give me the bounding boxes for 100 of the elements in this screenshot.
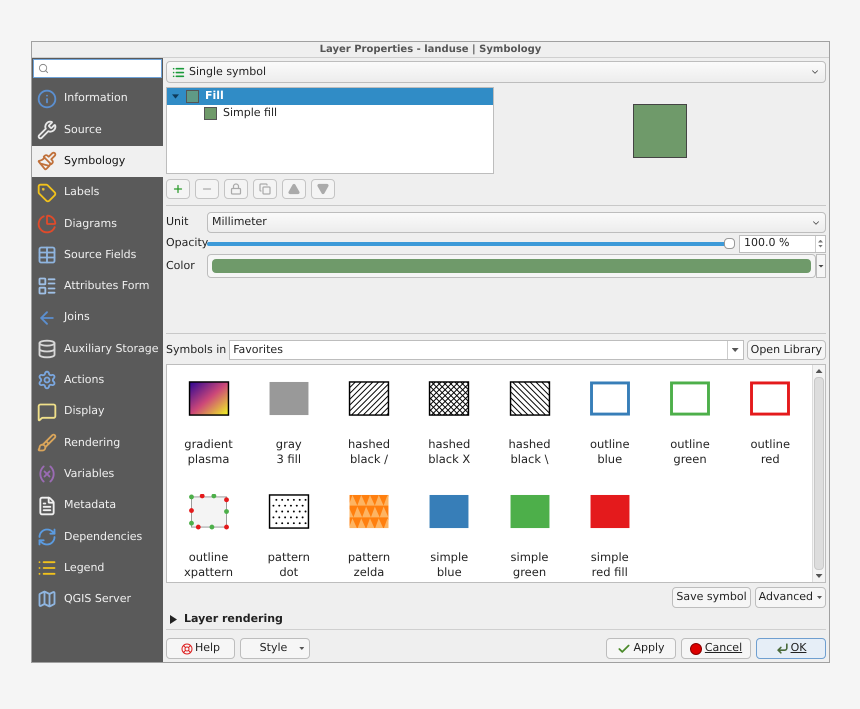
symbol-name: outline blue [588,437,631,467]
opacity-spinbox[interactable]: 100.0 % [739,234,826,252]
scrollbar[interactable] [812,365,825,582]
enter-arrow-icon [776,642,789,655]
sidebar-item[interactable]: QGIS Server [32,584,163,616]
sidebar-item[interactable]: Dependencies [32,521,163,552]
tag-icon [37,182,57,203]
tree-item[interactable]: Fill [167,88,493,105]
sidebar-item[interactable]: Display [32,396,163,428]
sidebar-item[interactable]: Symbology [32,146,163,177]
symbol-preview [508,381,550,417]
check-icon [617,642,632,656]
sidebar-item[interactable]: Labels [32,176,163,208]
symbol-item[interactable]: hashed black / [330,381,408,477]
form-icon [37,276,57,296]
symbol-item[interactable]: gray 3 fill [250,381,328,477]
sidebar-label: Source [64,122,102,138]
opacity-slider[interactable] [207,238,735,250]
down-button[interactable] [311,179,335,199]
spin-arrows-icon[interactable] [815,236,825,252]
open-library-button[interactable]: Open Library [746,340,826,360]
symbol-item[interactable]: gradient plasma [170,381,247,477]
symbol-preview [188,494,230,530]
advanced-button[interactable]: Advanced [754,587,826,608]
symbol-item[interactable]: outline green [652,381,728,477]
symbol-name: hashed black \ [508,437,552,467]
symbol-name: hashed black / [347,437,391,467]
add-button[interactable] [166,179,190,199]
sidebar-item[interactable]: Diagrams [32,208,163,240]
sidebar-item[interactable]: Attributes Form [32,270,163,302]
color-menu-button[interactable] [816,254,826,278]
add-icon [172,183,184,195]
opacity-label: Opacity [166,235,207,252]
sidebar-label: Legend [64,560,104,576]
sidebar-label: Rendering [64,434,120,451]
symbol-preview [188,381,230,417]
sidebar-label: Variables [64,466,114,482]
symbol-item[interactable]: simple green [491,494,568,582]
symbol-name: outline red [749,437,792,467]
gear-icon [37,370,57,390]
variable-icon [37,464,57,484]
lock-button[interactable] [224,179,248,199]
info-icon [37,88,57,109]
symbol-item[interactable]: simple blue [410,494,488,582]
caret-icon [732,348,739,352]
renderer-icon [172,66,185,78]
sidebar-item[interactable]: Joins [32,302,163,334]
sidebar-item[interactable]: Legend [32,552,163,584]
sidebar-item[interactable]: Rendering [32,427,163,459]
unit-dropdown[interactable]: Millimeter [207,212,826,233]
layer-rendering-toggle[interactable]: Layer rendering [166,610,826,630]
sidebar-item[interactable]: Information [32,83,163,114]
sidebar-label: Source Fields [64,246,136,263]
sidebar-item[interactable]: Actions [32,364,163,396]
apply-button[interactable]: Apply [606,638,676,659]
help-icon [180,642,193,654]
sidebar-label: Joins [64,309,90,326]
caret-icon [299,647,304,650]
symbol-item[interactable]: outline xpattern [170,494,247,582]
sidebar-item[interactable]: Metadata [32,490,163,522]
symbol-item[interactable]: pattern zelda [330,494,408,582]
search-field[interactable] [33,59,162,78]
ok-button[interactable]: OK [756,638,826,659]
sidebar-item[interactable]: Source [32,114,163,146]
symbol-name: simple red fill [590,550,630,580]
sidebar-label: Diagrams [64,216,117,232]
sidebar-item[interactable]: Auxiliary Storage [32,333,163,365]
slider-handle[interactable] [724,238,735,249]
symbol-item[interactable]: pattern dot [250,494,328,582]
symbol-item[interactable]: outline red [732,381,809,477]
tree-item[interactable]: Simple fill [167,105,493,122]
sidebar-item[interactable]: Source Fields [32,239,163,271]
map-icon [37,589,57,610]
up-button[interactable] [282,179,306,199]
renderer-dropdown[interactable]: Single symbol [166,61,826,83]
sidebar-label: Actions [64,372,104,388]
help-button[interactable]: Help [166,638,235,659]
color-button[interactable] [207,254,816,278]
sidebar-label: Symbology [64,152,126,169]
sidebar-item[interactable]: Variables [32,458,163,490]
style-button[interactable]: Style [240,638,310,659]
speech-bubble-icon [37,402,57,422]
group-dropdown[interactable]: Favorites [229,340,744,360]
symbol-name: pattern dot [266,550,311,580]
symbol-item[interactable]: simple red fill [571,494,648,582]
sidebar-label: QGIS Server [64,591,131,608]
pie-chart-icon [37,214,57,234]
symbol-item[interactable]: outline blue [571,381,648,477]
duplicate-button[interactable] [253,179,277,199]
cancel-button[interactable]: Cancel [681,638,751,659]
sidebar-label: Dependencies [64,528,142,545]
remove-button[interactable] [195,179,219,199]
table-icon [37,245,57,266]
document-icon [37,496,57,516]
symbol-item[interactable]: hashed black \ [491,381,568,477]
symbol-item[interactable]: hashed black X [410,381,488,477]
save-symbol-button[interactable]: Save symbol [672,587,751,608]
symbol-name: pattern zelda [346,550,392,580]
stop-icon [690,642,702,654]
symbol-name: simple blue [429,550,470,580]
